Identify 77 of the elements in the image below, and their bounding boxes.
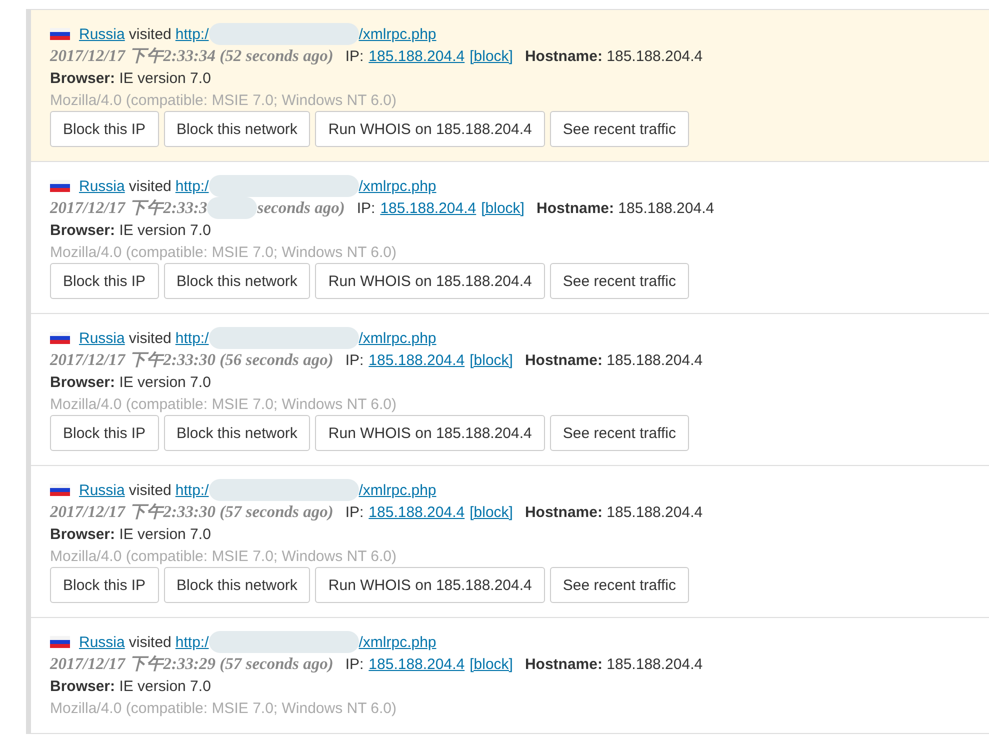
browser-text: Browser: IE version 7.0: [50, 70, 211, 86]
visited-text: visited: [128, 482, 172, 498]
hostname-text: Hostname: 185.188.204.4: [536, 200, 714, 216]
visited-text: visited: [128, 178, 172, 194]
action-button[interactable]: Run WHOIS on 185.188.204.4: [315, 567, 545, 603]
russia-flag-icon: [50, 484, 70, 496]
hostname-text: Hostname: 185.188.204.4: [524, 352, 703, 368]
ip-link[interactable]: 185.188.204.4: [368, 352, 465, 368]
russia-flag-icon: [50, 180, 70, 192]
url-link[interactable]: http:/: [175, 178, 209, 194]
ip-link[interactable]: 185.188.204.4: [380, 200, 476, 216]
url-link[interactable]: /xmlrpc.php: [358, 482, 436, 498]
visit-time: 2017/12/17 下午2:33:34 (52 seconds ago): [50, 45, 334, 67]
browser-text: Browser: IE version 7.0: [50, 222, 211, 238]
browser-text: Browser: IE version 7.0: [50, 374, 211, 390]
url-link[interactable]: /xmlrpc.php: [358, 634, 436, 650]
ip-label: IP:: [345, 656, 364, 672]
user-agent-text: Mozilla/4.0 (compatible: MSIE 7.0; Windows NT 6.0): [50, 244, 397, 260]
action-button[interactable]: Block this network: [164, 567, 310, 603]
visited-text: visited: [128, 26, 172, 42]
action-button[interactable]: See recent traffic: [550, 111, 690, 147]
hostname-text: Hostname: 185.188.204.4: [524, 48, 703, 64]
visit-time: 2017/12/17 下午2:33:30 (56 seconds ago): [50, 349, 334, 371]
url-link[interactable]: http:/: [175, 482, 209, 498]
country-link[interactable]: Russia: [79, 482, 125, 498]
user-agent-text: Mozilla/4.0 (compatible: MSIE 7.0; Windows NT 6.0): [50, 700, 397, 716]
visited-text: visited: [128, 330, 172, 346]
url-link[interactable]: /xmlrpc.php: [358, 26, 436, 42]
block-link[interactable]: [block]: [481, 200, 524, 216]
user-agent-text: Mozilla/4.0 (compatible: MSIE 7.0; Windows NT 6.0): [50, 92, 397, 108]
visit-time: 2017/12/17 下午2:33:30 (57 seconds ago): [50, 501, 334, 523]
url-link[interactable]: http:/: [175, 330, 209, 346]
action-button[interactable]: See recent traffic: [550, 263, 690, 299]
russia-flag-icon: [50, 28, 70, 40]
country-link[interactable]: Russia: [79, 26, 125, 42]
action-button[interactable]: See recent traffic: [550, 415, 690, 451]
hostname-text: Hostname: 185.188.204.4: [524, 656, 703, 672]
action-button[interactable]: Block this network: [164, 111, 310, 147]
russia-flag-icon: [50, 332, 70, 344]
user-agent-text: Mozilla/4.0 (compatible: MSIE 7.0; Windows NT 6.0): [50, 396, 397, 412]
action-button[interactable]: Run WHOIS on 185.188.204.4: [315, 415, 545, 451]
url-link[interactable]: http:/: [175, 634, 209, 650]
ip-label: IP:: [345, 504, 364, 520]
russia-flag-icon: [50, 636, 70, 648]
url-link[interactable]: http:/: [175, 26, 209, 42]
country-link[interactable]: Russia: [79, 178, 125, 194]
visit-time: 2017/12/17 下午2:33:29 (57 seconds ago): [50, 653, 334, 675]
action-button[interactable]: Run WHOIS on 185.188.204.4: [315, 111, 545, 147]
action-button[interactable]: Block this IP: [50, 567, 159, 603]
visit-time: 2017/12/17 下午2:33:3: [50, 197, 208, 219]
block-link[interactable]: [block]: [470, 504, 513, 520]
action-button[interactable]: Block this network: [164, 263, 310, 299]
action-button[interactable]: See recent traffic: [550, 567, 690, 603]
ip-link[interactable]: 185.188.204.4: [368, 48, 465, 64]
ip-link[interactable]: 185.188.204.4: [368, 504, 465, 520]
action-button[interactable]: Block this IP: [50, 111, 159, 147]
country-link[interactable]: Russia: [79, 634, 125, 650]
hostname-text: Hostname: 185.188.204.4: [524, 504, 703, 520]
visited-text: visited: [128, 634, 172, 650]
ip-label: IP:: [345, 48, 364, 64]
action-button[interactable]: Block this IP: [50, 263, 159, 299]
action-button[interactable]: Block this IP: [50, 415, 159, 451]
browser-text: Browser: IE version 7.0: [50, 678, 211, 694]
url-link[interactable]: /xmlrpc.php: [358, 330, 436, 346]
user-agent-text: Mozilla/4.0 (compatible: MSIE 7.0; Windows NT 6.0): [50, 548, 397, 564]
visit-time: seconds ago): [257, 198, 345, 218]
browser-text: Browser: IE version 7.0: [50, 526, 211, 542]
block-link[interactable]: [block]: [470, 48, 513, 64]
block-link[interactable]: [block]: [470, 352, 513, 368]
ip-label: IP:: [356, 200, 376, 216]
url-link[interactable]: /xmlrpc.php: [358, 178, 436, 194]
ip-label: IP:: [345, 352, 364, 368]
action-button[interactable]: Block this network: [164, 415, 310, 451]
country-link[interactable]: Russia: [79, 330, 125, 346]
ip-link[interactable]: 185.188.204.4: [368, 656, 465, 672]
block-link[interactable]: [block]: [470, 656, 513, 672]
action-button[interactable]: Run WHOIS on 185.188.204.4: [315, 263, 545, 299]
